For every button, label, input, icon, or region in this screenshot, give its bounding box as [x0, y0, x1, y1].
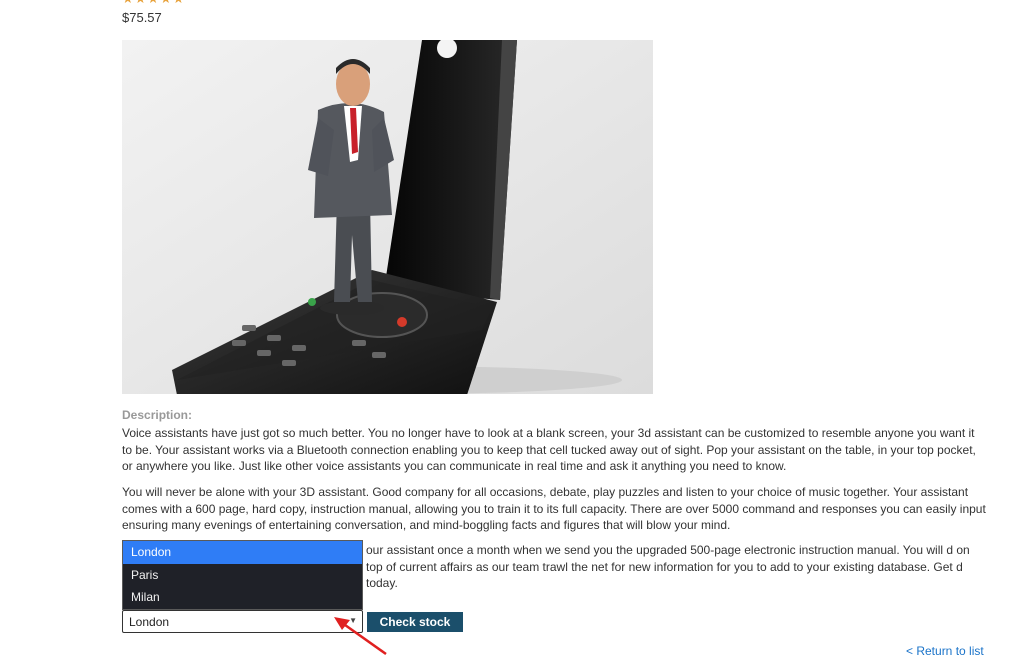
description-paragraph: our assistant once a month when we send … [366, 543, 970, 591]
store-select[interactable]: London ▼ [122, 610, 363, 633]
product-image [122, 40, 653, 394]
rating-stars: ★★★★★ [122, 0, 185, 7]
description-paragraph: You will never be alone with your 3D ass… [122, 485, 986, 533]
dropdown-option-milan[interactable]: Milan [123, 586, 362, 609]
description-heading: Description: [122, 408, 193, 422]
description-paragraph: Voice assistants have just got so much b… [122, 426, 976, 474]
dropdown-option-paris[interactable]: Paris [123, 564, 362, 587]
dropdown-option-london[interactable]: London [123, 541, 362, 564]
store-dropdown-list[interactable]: London Paris Milan [122, 540, 363, 610]
return-to-list-link[interactable]: < Return to list [906, 644, 984, 658]
store-select-value: London [129, 615, 170, 629]
product-price: $75.57 [122, 10, 162, 25]
annotation-arrow-icon [334, 617, 387, 656]
